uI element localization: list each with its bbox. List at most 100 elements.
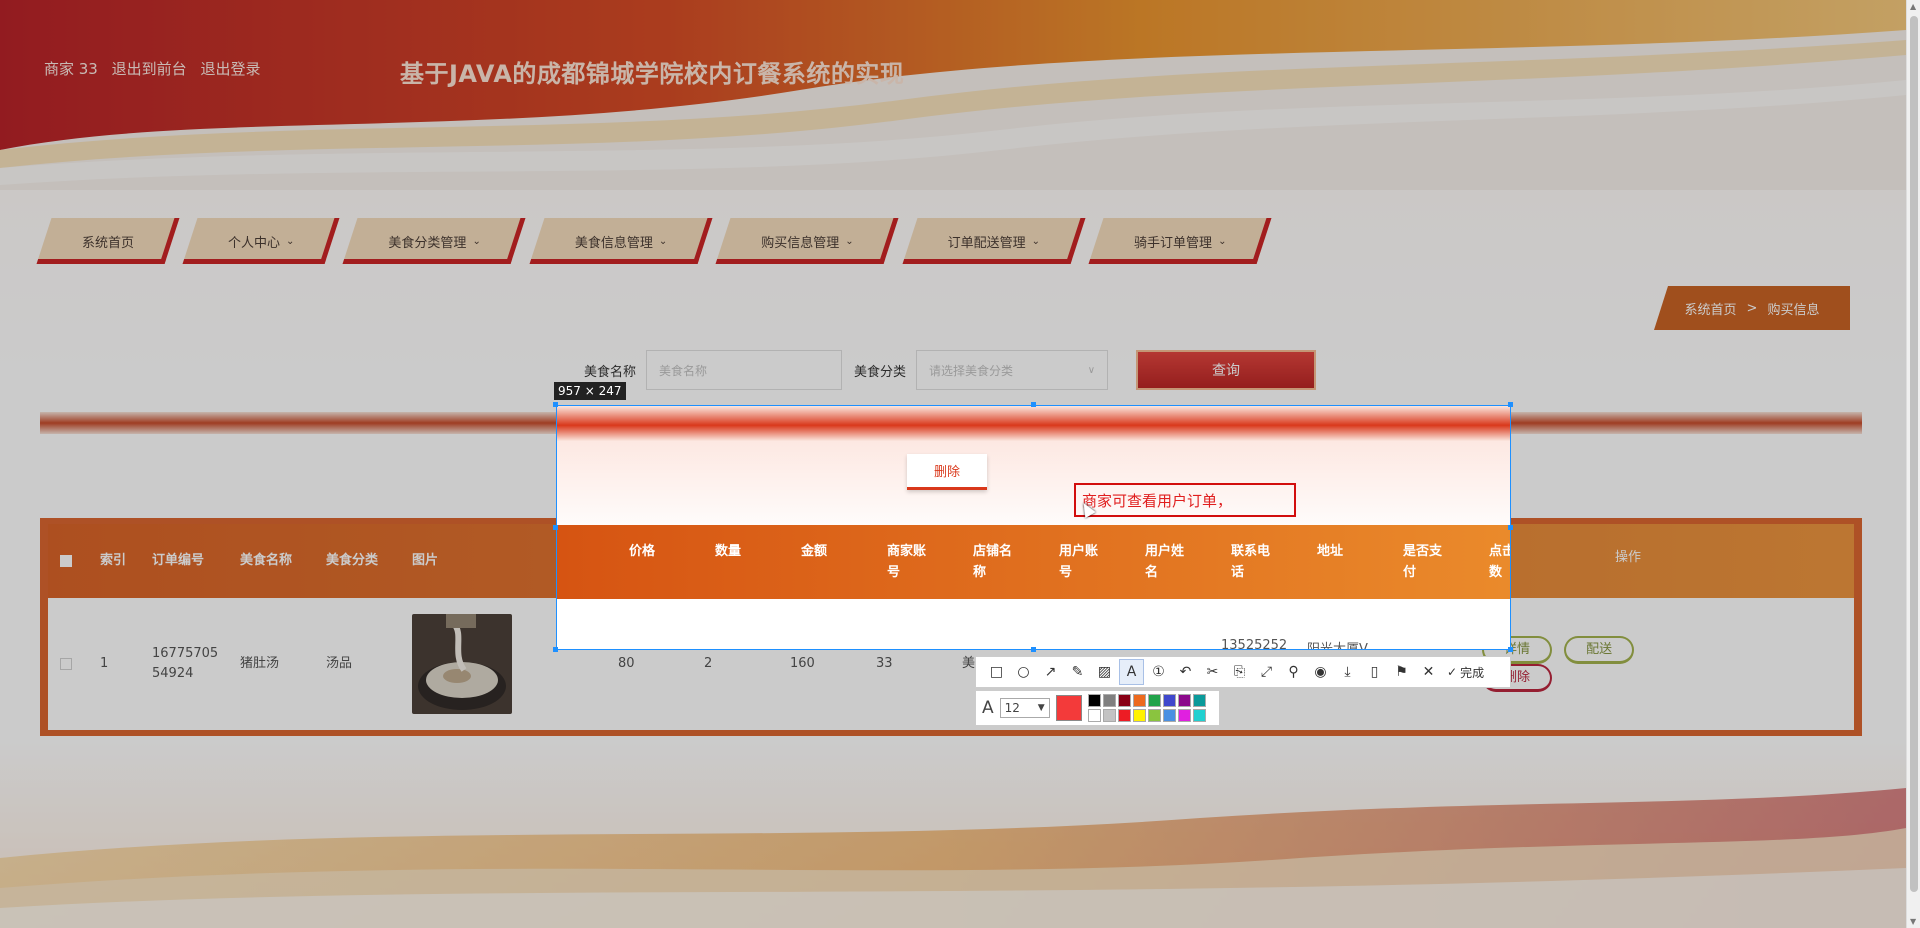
- food-name-input[interactable]: 美食名称: [646, 350, 843, 390]
- col-paid: 是否支付: [1403, 544, 1443, 580]
- capture-toolbar: □ ○ ↗ ✎ ▨ A ① ↶ ✂ ⎘ ⤢ ⚲ ◉ ⤓ ▯ ⚑ ✕ ✓ 完成: [975, 656, 1511, 688]
- nav-item-2[interactable]: 美食分类管理 ⌄: [342, 218, 527, 264]
- capture-banner: [557, 406, 1510, 441]
- col-user-name: 用户姓名: [1145, 544, 1185, 580]
- site-title: 基于JAVA的成都锦城学院校内订餐系统的实现: [400, 60, 905, 88]
- record-icon[interactable]: ◉: [1308, 659, 1333, 685]
- color-swatch-0[interactable]: [1087, 694, 1101, 707]
- col-merchant: 商家账号: [887, 544, 927, 580]
- color-swatch-14[interactable]: [1177, 709, 1191, 722]
- nav-item-6[interactable]: 骑手订单管理 ⌄: [1088, 218, 1272, 264]
- capture-handle-br[interactable]: [1508, 647, 1513, 652]
- number-tool-icon[interactable]: ①: [1146, 659, 1171, 685]
- arrow-tool-icon[interactable]: ↗: [1038, 659, 1063, 685]
- batch-delete-button[interactable]: 删除: [907, 454, 987, 490]
- close-icon[interactable]: ✕: [1416, 659, 1441, 685]
- select-all-checkbox[interactable]: [60, 555, 80, 567]
- bookmark-icon[interactable]: ⚑: [1389, 659, 1414, 685]
- color-swatch-13[interactable]: [1162, 709, 1176, 722]
- color-swatch-9[interactable]: [1102, 709, 1116, 722]
- row-order-no: 16775705 54924: [152, 644, 240, 684]
- vertical-scrollbar[interactable]: ▲ ▼: [1906, 0, 1920, 928]
- scrollbar-thumb[interactable]: [1910, 16, 1918, 892]
- color-swatch-5[interactable]: [1162, 694, 1176, 707]
- pin-icon[interactable]: ⚲: [1281, 659, 1306, 685]
- text-tool-icon[interactable]: A: [1119, 659, 1144, 685]
- logout-link[interactable]: 退出登录: [200, 60, 260, 78]
- scroll-up-icon[interactable]: ▲: [1910, 2, 1916, 11]
- done-button[interactable]: ✓ 完成: [1447, 664, 1484, 681]
- color-swatch-2[interactable]: [1117, 694, 1131, 707]
- nav-item-3[interactable]: 美食信息管理 ⌄: [529, 218, 713, 264]
- pen-tool-icon[interactable]: ✎: [1065, 659, 1090, 685]
- cut-icon[interactable]: ✂: [1200, 659, 1225, 685]
- col-actions: 操作: [1615, 550, 1642, 565]
- save-icon[interactable]: ⤓: [1335, 659, 1360, 685]
- row-amount: 160: [790, 656, 815, 671]
- chevron-down-icon: ⌄: [1031, 235, 1041, 247]
- font-size-value: 12: [1004, 701, 1020, 715]
- row-order-no-line2: 54924: [152, 666, 194, 681]
- color-swatch-11[interactable]: [1132, 709, 1146, 722]
- capture-handle-b[interactable]: [1031, 647, 1036, 652]
- chevron-down-icon: ⌄: [1218, 235, 1227, 247]
- breadcrumb-home[interactable]: 系统首页: [1685, 299, 1737, 318]
- col-order-no: 订单编号: [152, 553, 205, 568]
- search-button[interactable]: 查询: [1136, 350, 1317, 390]
- ellipse-tool-icon[interactable]: ○: [1011, 659, 1036, 685]
- color-swatch-8[interactable]: [1087, 709, 1101, 722]
- scroll-capture-icon[interactable]: ⤢: [1254, 659, 1279, 685]
- food-category-select[interactable]: 请选择美食分类 ∨: [916, 350, 1109, 390]
- row-address-partial: 阳光大厦V: [1307, 642, 1368, 650]
- nav-item-5[interactable]: 订单配送管理 ⌄: [902, 218, 1086, 264]
- footer-wave: [0, 778, 1906, 928]
- col-clicks: 点击次数: [1489, 544, 1510, 580]
- ocr-icon[interactable]: ⎘: [1227, 659, 1252, 685]
- row-price: 80: [618, 656, 635, 671]
- nav-item-label: 骑手订单管理: [1134, 235, 1213, 251]
- color-swatch-6[interactable]: [1177, 694, 1191, 707]
- undo-icon[interactable]: ↶: [1173, 659, 1198, 685]
- capture-handle-t[interactable]: [1031, 402, 1036, 407]
- color-swatch-7[interactable]: [1192, 694, 1206, 707]
- capture-region[interactable]: 删除 价格数量金额商家账号店铺名称用户账号用户姓名联系电话地址是否支付点击次数 …: [556, 405, 1511, 650]
- nav-item-1[interactable]: 个人中心 ⌄: [182, 218, 340, 264]
- nav-item-0[interactable]: 系统首页: [36, 218, 180, 264]
- chevron-down-icon: ⌄: [286, 235, 295, 247]
- exit-to-front-link[interactable]: 退出到前台: [112, 60, 187, 78]
- color-swatch-15[interactable]: [1192, 709, 1206, 722]
- capture-handle-bl[interactable]: [553, 647, 558, 652]
- deliver-button[interactable]: 配送: [1564, 636, 1635, 664]
- rect-tool-icon[interactable]: □: [984, 659, 1009, 685]
- mosaic-tool-icon[interactable]: ▨: [1092, 659, 1117, 685]
- annotation-text-box[interactable]: 商家可查看用户订单，: [1074, 483, 1296, 517]
- food-category-label: 美食分类: [854, 364, 907, 380]
- row-actions: 详情 配送 删除: [1482, 636, 1718, 692]
- row-phone-partial: 13525252: [1221, 638, 1288, 650]
- col-address: 地址: [1317, 544, 1344, 559]
- phone-icon[interactable]: ▯: [1362, 659, 1387, 685]
- color-swatch-4[interactable]: [1147, 694, 1161, 707]
- row-checkbox[interactable]: [60, 658, 80, 670]
- nav-item-label: 系统首页: [82, 235, 135, 251]
- nav-item-4[interactable]: 购买信息管理 ⌄: [715, 218, 900, 264]
- row-index: 1: [100, 656, 109, 671]
- food-category-placeholder: 请选择美食分类: [929, 363, 1014, 378]
- capture-handle-tr[interactable]: [1508, 402, 1513, 407]
- scroll-down-icon[interactable]: ▼: [1910, 917, 1916, 926]
- color-swatch-10[interactable]: [1117, 709, 1131, 722]
- capture-table-header: 价格 数量 金额 商家账号 店铺名称 用户账号 用户姓名 联系电话 地址 是否支付 点击次数: [557, 525, 1510, 599]
- color-swatch-12[interactable]: [1147, 709, 1161, 722]
- capture-size-label: 957 × 247: [554, 382, 626, 400]
- color-swatch-1[interactable]: [1102, 694, 1116, 707]
- capture-handle-tl[interactable]: [553, 402, 558, 407]
- col-price: 价格: [629, 544, 656, 559]
- capture-handle-l[interactable]: [553, 525, 558, 530]
- main-nav: 系统首页 个人中心 ⌄ 美食分类管理 ⌄ 美食信息管理 ⌄ 购买信息管理 ⌄ 订单配送管理 ⌄ 骑手订…: [36, 218, 1272, 264]
- row-category: 汤品: [326, 656, 353, 671]
- font-size-select[interactable]: 12 ▼: [999, 698, 1050, 718]
- color-swatch-3[interactable]: [1132, 694, 1146, 707]
- capture-handle-r[interactable]: [1508, 525, 1513, 530]
- current-color-swatch[interactable]: [1055, 695, 1082, 721]
- font-icon: A: [982, 698, 994, 718]
